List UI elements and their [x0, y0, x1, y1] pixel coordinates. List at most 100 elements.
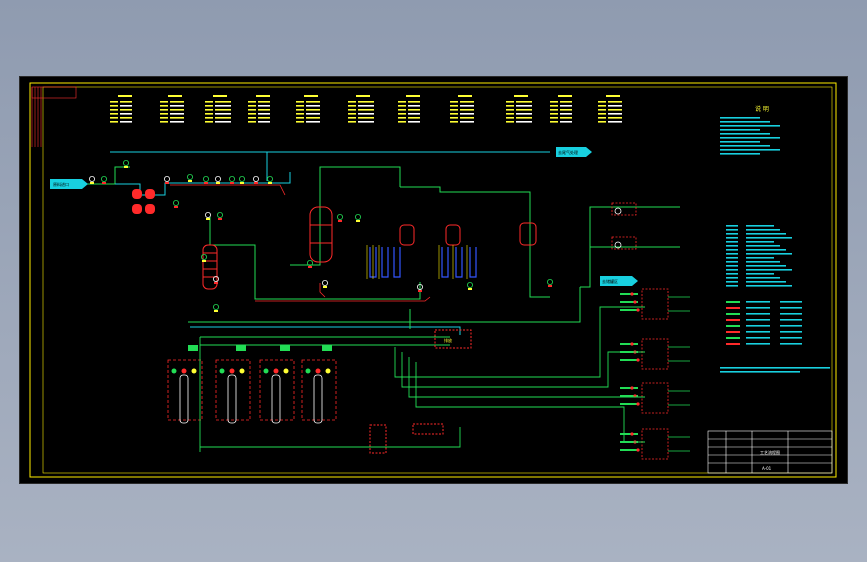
spec-key [110, 105, 118, 107]
spec-key [248, 109, 256, 111]
valve-marker [214, 310, 218, 312]
valve-marker [165, 182, 169, 184]
spec-value [120, 105, 132, 107]
spec-value [258, 105, 270, 107]
spec-value [258, 109, 270, 111]
legend-line [720, 141, 760, 143]
side-outlet-label: 去储罐区 [602, 278, 618, 284]
spec-value [258, 121, 270, 123]
legend-key [726, 285, 738, 287]
spec-key [398, 121, 406, 123]
legend-note [720, 371, 800, 373]
legend-value [746, 285, 792, 287]
legend-key [726, 261, 738, 263]
feed-filters [132, 189, 155, 214]
drawing-frame [29, 82, 837, 478]
spec-key [205, 105, 213, 107]
legend-value [746, 273, 774, 275]
spec-key [160, 109, 168, 111]
instrument-bubble [466, 281, 473, 288]
spec-key [160, 117, 168, 119]
spec-key [450, 113, 458, 115]
legend-value [746, 337, 770, 339]
spec-value [306, 109, 320, 111]
spec-key [160, 101, 168, 103]
valve-marker [418, 290, 422, 292]
spec-value [408, 113, 420, 115]
legend-value [746, 301, 770, 303]
spec-key [450, 121, 458, 123]
legend-value [746, 253, 792, 255]
spec-key [550, 105, 558, 107]
tank-valve [263, 368, 269, 374]
legend-value [746, 313, 770, 315]
valve-marker [90, 182, 94, 184]
legend-value [746, 229, 780, 231]
spec-value [306, 105, 320, 107]
pump-valve [630, 386, 634, 390]
spec-key [110, 117, 118, 119]
instrument-bubble [186, 174, 193, 181]
storage-tanks [167, 345, 337, 424]
instrument-tags [89, 160, 554, 312]
legend-key [726, 249, 738, 251]
instrument-bubble [200, 253, 207, 260]
valve-marker [188, 180, 192, 182]
spec-value [608, 121, 622, 123]
cad-drawing-viewport[interactable]: 原料进口 去尾气处理 去储罐区 排放 说 明 工艺流程图 A-01 [20, 77, 847, 483]
legend-value [780, 343, 802, 345]
spec-value [120, 117, 132, 119]
pump-line [620, 387, 638, 389]
spec-value [608, 105, 622, 107]
binding-strip [31, 86, 77, 147]
spec-value [358, 105, 374, 107]
valve-marker [338, 220, 342, 222]
legend-value [780, 319, 802, 321]
legend-value [746, 277, 780, 279]
tank-valve [305, 368, 311, 374]
spec-value [460, 117, 474, 119]
spec-value [516, 101, 532, 103]
spec-value [170, 109, 184, 111]
legend-symbol [726, 343, 740, 345]
spec-value [516, 121, 532, 123]
legend-line [720, 125, 780, 127]
drain-unit-label: 排放 [444, 337, 452, 343]
legend-line [720, 153, 760, 155]
blue-coils [369, 247, 477, 278]
spec-header [304, 95, 318, 97]
spec-key [598, 117, 606, 119]
spec-key [598, 109, 606, 111]
instrument-bubble [354, 213, 361, 220]
instrument-bubble [163, 176, 170, 183]
valve-marker [548, 285, 552, 287]
instrument-bubble [202, 176, 209, 183]
spec-value [120, 109, 132, 111]
instrument-bubble [228, 176, 235, 183]
valve-marker [323, 286, 327, 288]
heat-exchangers [399, 222, 537, 246]
spec-value [560, 101, 572, 103]
legend-value [746, 225, 774, 227]
spec-value [358, 113, 374, 115]
pump-valve [636, 402, 640, 406]
spec-value [170, 117, 184, 119]
spec-key [550, 113, 558, 115]
legend-value [746, 249, 786, 251]
legend-value [780, 325, 802, 327]
spec-key [110, 121, 118, 123]
valve-marker [308, 266, 312, 268]
legend-symbol [726, 313, 740, 315]
legend-symbol [726, 325, 740, 327]
legend-symbol [726, 319, 740, 321]
legend-value [746, 331, 770, 333]
legend-value [746, 343, 770, 345]
legend-value [780, 337, 802, 339]
spec-value [516, 105, 532, 107]
valve-marker [268, 182, 272, 184]
spec-key [160, 113, 168, 115]
valve-marker [214, 282, 218, 284]
legend-line [720, 129, 760, 131]
main-piping [60, 147, 680, 335]
spec-value [120, 101, 132, 103]
